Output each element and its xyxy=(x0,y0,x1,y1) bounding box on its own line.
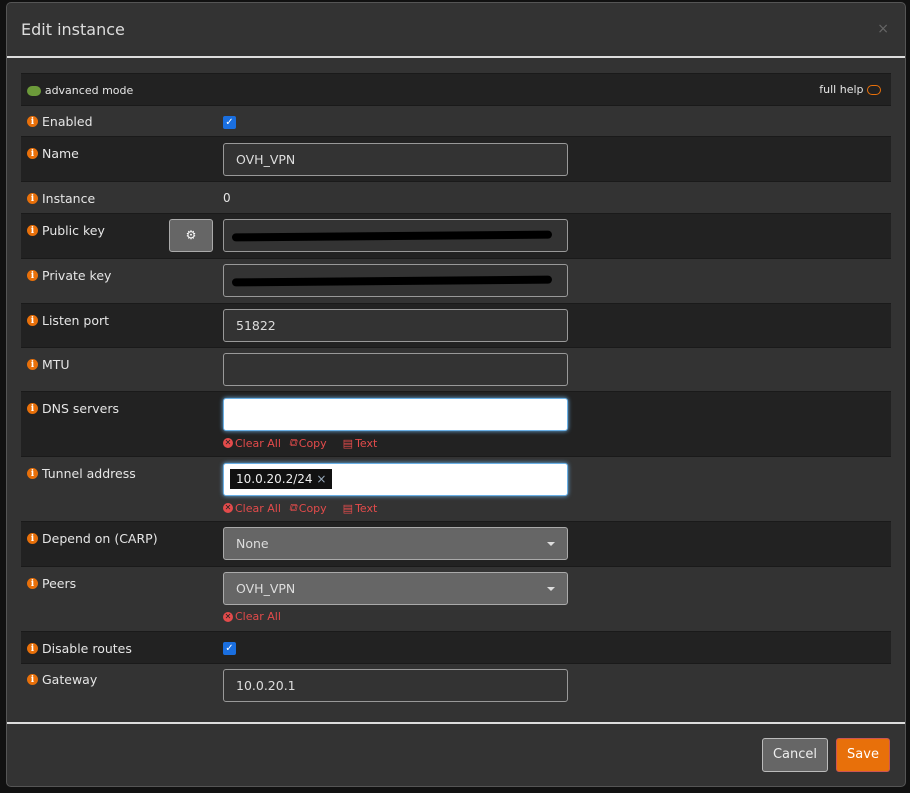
info-icon[interactable]: i xyxy=(27,148,38,159)
clear-all-button[interactable]: ✕ Clear All xyxy=(223,436,281,450)
disable-routes-checkbox[interactable]: ✓ xyxy=(223,642,236,655)
copy-button[interactable]: ⧉ Copy xyxy=(289,501,327,515)
toolbar-row: advanced mode full help xyxy=(21,73,891,105)
close-icon[interactable]: × xyxy=(877,21,889,37)
clear-icon: ✕ xyxy=(223,438,233,448)
public-key-input[interactable] xyxy=(223,219,568,252)
info-icon[interactable]: i xyxy=(27,193,38,204)
document-icon: ▤ xyxy=(342,436,354,450)
info-icon[interactable]: i xyxy=(27,578,38,589)
info-icon[interactable]: i xyxy=(27,643,38,654)
copy-label: Copy xyxy=(298,501,327,515)
row-dns-servers: i DNS servers ✕ Clear All ⧉ Copy ▤ Text xyxy=(21,391,891,456)
clear-all-label: Clear All xyxy=(235,436,281,450)
toggle-on-icon xyxy=(27,85,41,96)
edit-instance-dialog: Edit instance × advanced mode full help … xyxy=(6,2,906,787)
label: Disable routes xyxy=(42,641,132,656)
full-help-label: full help xyxy=(819,83,864,96)
full-help-toggle[interactable]: full help xyxy=(819,83,881,96)
label: MTU xyxy=(42,357,70,372)
copy-button[interactable]: ⧉ Copy xyxy=(289,436,327,450)
label: Enabled xyxy=(42,114,93,129)
label: Listen port xyxy=(42,313,110,328)
mtu-input[interactable] xyxy=(223,353,568,386)
toggle-off-icon xyxy=(867,85,881,95)
listen-port-input[interactable]: 51822 xyxy=(223,309,568,342)
label: Public key xyxy=(42,223,105,238)
tag-label: 10.0.20.2/24 xyxy=(236,472,313,486)
instance-value: 0 xyxy=(223,191,231,205)
info-icon[interactable]: i xyxy=(27,674,38,685)
document-icon: ▤ xyxy=(342,501,354,515)
clear-all-button[interactable]: ✕ Clear All xyxy=(223,610,281,623)
label: Private key xyxy=(42,268,112,283)
info-icon[interactable]: i xyxy=(27,116,38,127)
peers-select[interactable]: OVH_VPN xyxy=(223,572,568,605)
text-button[interactable]: ▤ Text xyxy=(343,501,378,515)
advanced-mode-label: advanced mode xyxy=(44,84,134,97)
row-disable-routes: i Disable routes ✓ xyxy=(21,631,891,663)
row-mtu: i MTU xyxy=(21,347,891,391)
row-listen-port: i Listen port 51822 xyxy=(21,303,891,347)
label: Gateway xyxy=(42,672,98,687)
redacted-mark xyxy=(231,275,553,287)
row-depend-on: i Depend on (CARP) None xyxy=(21,521,891,566)
info-icon[interactable]: i xyxy=(27,533,38,544)
clear-icon: ✕ xyxy=(223,503,233,513)
save-button[interactable]: Save xyxy=(836,738,890,772)
clear-all-button[interactable]: ✕ Clear All xyxy=(223,501,281,515)
label: Tunnel address xyxy=(42,466,136,481)
redacted-mark xyxy=(231,230,553,242)
clear-all-label: Clear All xyxy=(235,501,281,515)
dialog-header: Edit instance × xyxy=(7,3,905,58)
generate-key-button[interactable]: ⚙ xyxy=(169,219,213,252)
row-gateway: i Gateway 10.0.20.1 xyxy=(21,663,891,710)
footer-divider xyxy=(7,722,905,724)
gateway-input[interactable]: 10.0.20.1 xyxy=(223,669,568,702)
tunnel-address-input[interactable]: 10.0.20.2/24 × xyxy=(223,463,568,496)
label: DNS servers xyxy=(42,401,119,416)
copy-icon: ⧉ xyxy=(288,501,297,514)
text-label: Text xyxy=(355,501,378,515)
dns-servers-input[interactable] xyxy=(223,398,568,431)
row-enabled: i Enabled ✓ xyxy=(21,105,891,136)
clear-all-label: Clear All xyxy=(235,610,281,623)
text-label: Text xyxy=(355,436,378,450)
info-icon[interactable]: i xyxy=(27,468,38,479)
form: advanced mode full help i Enabled ✓ i Name… xyxy=(21,73,891,710)
row-public-key: i Public key ⚙ xyxy=(21,213,891,258)
info-icon[interactable]: i xyxy=(27,270,38,281)
label: Peers xyxy=(42,576,77,591)
copy-icon: ⧉ xyxy=(288,436,297,449)
private-key-input[interactable] xyxy=(223,264,568,297)
info-icon[interactable]: i xyxy=(27,403,38,414)
row-peers: i Peers OVH_VPN ✕ Clear All xyxy=(21,566,891,631)
info-icon[interactable]: i xyxy=(27,359,38,370)
text-button[interactable]: ▤ Text xyxy=(343,436,378,450)
advanced-mode-toggle[interactable]: advanced mode xyxy=(27,83,133,97)
label: Name xyxy=(42,146,79,161)
dns-actions: ✕ Clear All ⧉ Copy ▤ Text xyxy=(223,436,377,450)
row-instance: i Instance 0 xyxy=(21,181,891,213)
gear-icon: ⚙ xyxy=(185,228,197,242)
label: Instance xyxy=(42,191,96,206)
row-private-key: i Private key xyxy=(21,258,891,303)
clear-icon: ✕ xyxy=(223,611,233,622)
copy-label: Copy xyxy=(298,436,327,450)
address-tag: 10.0.20.2/24 × xyxy=(230,469,333,489)
row-tunnel-address: i Tunnel address 10.0.20.2/24 × ✕ Clear Al… xyxy=(21,456,891,521)
label: Depend on (CARP) xyxy=(42,531,158,546)
peers-actions: ✕ Clear All xyxy=(223,610,281,623)
info-icon[interactable]: i xyxy=(27,225,38,236)
remove-tag-icon[interactable]: × xyxy=(316,472,326,486)
info-icon[interactable]: i xyxy=(27,315,38,326)
tunnel-actions: ✕ Clear All ⧉ Copy ▤ Text xyxy=(223,501,377,515)
depend-on-select[interactable]: None xyxy=(223,527,568,560)
cancel-button[interactable]: Cancel xyxy=(762,738,828,772)
dialog-title: Edit instance xyxy=(21,20,125,39)
enabled-checkbox[interactable]: ✓ xyxy=(223,116,236,129)
row-name: i Name OVH_VPN xyxy=(21,136,891,181)
name-input[interactable]: OVH_VPN xyxy=(223,143,568,176)
